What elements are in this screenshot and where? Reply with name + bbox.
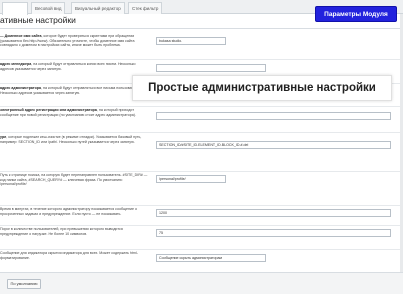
title-divider [0, 28, 403, 29]
setting-row-registration-email: электронный адрес регистрации или админи… [0, 108, 403, 130]
setting-description: адрес администратора, на который будут о… [0, 86, 143, 95]
module-params-button[interactable]: Параметры Модуля [315, 6, 397, 22]
registration-email-input[interactable] [156, 112, 391, 120]
setting-row-indicator-message: Сообщение для индикатора скрытия индикат… [0, 251, 403, 267]
tab-visual-editor[interactable]: Визуальный редактор [71, 2, 125, 14]
tab-weight-view[interactable]: Весовой вид [31, 2, 66, 14]
page-title: ативные настройки [0, 15, 76, 25]
section-heading-overlay: Простые административные настройки [132, 75, 392, 101]
setting-description: урл, которые подлежат кеш-очистке (в реж… [0, 135, 142, 144]
setting-row-cache-urls: урл, которые подлежат кеш-очистке (в реж… [0, 135, 403, 169]
tab-stack-filter[interactable]: Стек фильтр [128, 2, 163, 14]
domain-input[interactable]: bukasa studio. [156, 37, 226, 45]
setting-description: Порог в количестве пользователей, при пр… [0, 227, 123, 236]
setting-description: адрес менеджера, на который будут отправ… [0, 62, 136, 71]
row-divider [0, 249, 403, 250]
search-page-input[interactable]: /personal/profile/ [156, 175, 226, 183]
cache-urls-input[interactable]: SECTION_ID/#SITE_ID.ELEMENT_ID.BLOCK_ID.… [156, 141, 391, 149]
setting-row-search-page: Путь к странице поиска, на которую будет… [0, 173, 403, 203]
form-footer: По умолчанию [0, 272, 403, 294]
setting-description: — Доменное имя сайта, которое будет пров… [0, 34, 135, 48]
tab-settings[interactable] [2, 2, 28, 15]
row-divider [0, 132, 403, 133]
user-threshold-input[interactable]: 75 [156, 229, 391, 237]
setting-row-user-threshold: Порог в количестве пользователей, при пр… [0, 227, 403, 247]
row-divider [0, 106, 403, 107]
row-divider [0, 225, 403, 226]
setting-description: электронный адрес регистрации или админи… [0, 108, 136, 117]
setting-description: Путь к странице поиска, на которую будет… [0, 173, 148, 187]
row-divider [0, 59, 403, 60]
row-divider [0, 205, 403, 206]
setting-description: Сообщение для индикатора скрытия индикат… [0, 251, 138, 260]
timeout-input[interactable]: 1200 [156, 209, 391, 217]
row-divider [0, 171, 403, 172]
setting-row-timeout: Время в минутах, в течение которого адми… [0, 207, 403, 223]
indicator-message-input[interactable]: Сообщение скрыть администраторам [156, 254, 266, 262]
manager-email-input[interactable] [156, 64, 266, 72]
setting-row-domain: — Доменное имя сайта, которое будет пров… [0, 34, 403, 56]
setting-description: Время в минутах, в течение которого адми… [0, 207, 137, 216]
default-button[interactable]: По умолчанию [7, 279, 41, 289]
